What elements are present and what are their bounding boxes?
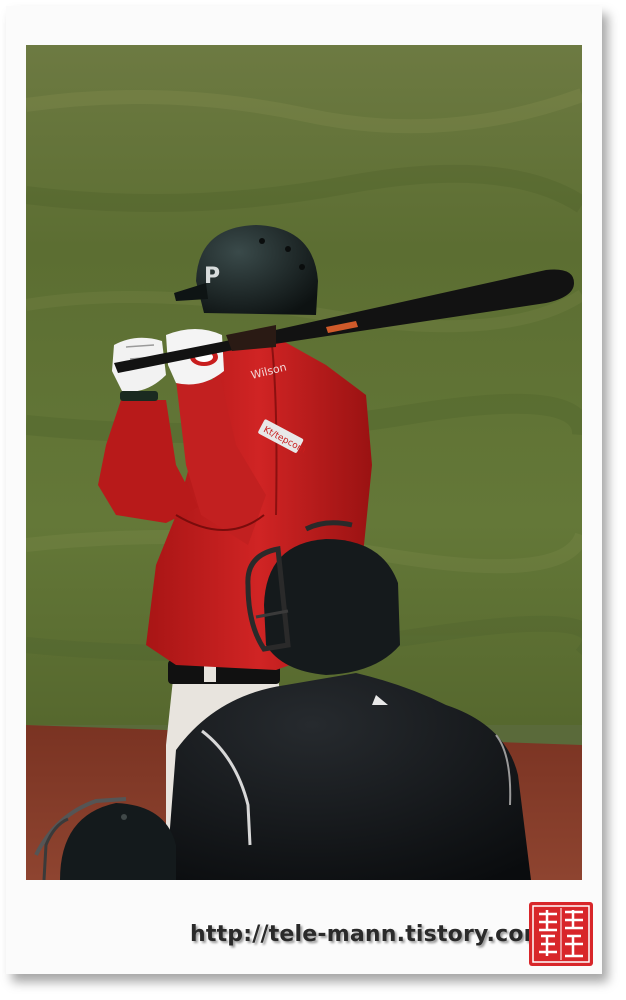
caption-url: http://tele-mann.tistory.com [190, 922, 547, 947]
helmet-logo: P [204, 264, 220, 289]
red-seal-stamp [529, 902, 593, 966]
baseball-photo: Wilson Kt/tepcom P [26, 45, 582, 880]
